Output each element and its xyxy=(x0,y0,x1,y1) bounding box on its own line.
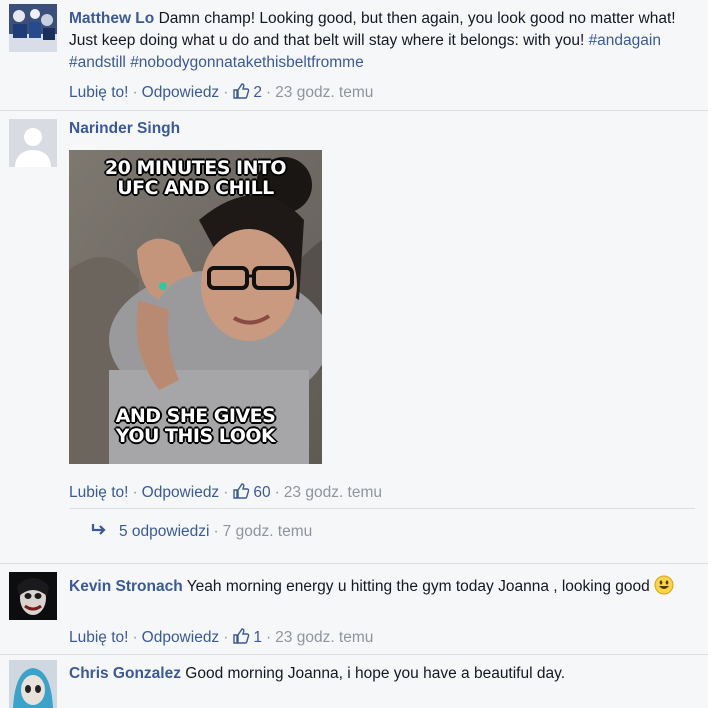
thumbs-up-icon xyxy=(233,628,250,644)
like-count[interactable]: 1 xyxy=(232,628,262,646)
comment-text: Good morning Joanna, i hope you have a b… xyxy=(185,665,566,682)
avatar[interactable] xyxy=(9,572,57,620)
divider xyxy=(69,508,695,509)
meme-bottom-text: AND SHE GIVES YOU THIS LOOK xyxy=(115,405,276,447)
like-count[interactable]: 60 xyxy=(232,483,271,501)
like-link[interactable]: Lubię to! xyxy=(69,629,128,646)
thumbs-up-icon xyxy=(233,483,250,499)
comment-actions: Lubię to! · Odpowiedz · 60 · 23 godz. temu xyxy=(69,483,383,501)
like-count[interactable]: 2 xyxy=(232,83,262,101)
timestamp[interactable]: 23 godz. temu xyxy=(284,484,382,501)
avatar[interactable] xyxy=(9,660,57,708)
comment-actions: Lubię to! · Odpowiedz · 1 · 23 godz. temu xyxy=(69,628,374,646)
timestamp[interactable]: 23 godz. temu xyxy=(275,629,373,646)
hashtag-link[interactable]: #nobodygonnatakethisbeltfromme xyxy=(130,54,364,71)
divider xyxy=(0,563,708,564)
replies-count[interactable]: 5 odpowiedzi xyxy=(119,523,209,540)
timestamp[interactable]: 23 godz. temu xyxy=(275,84,373,101)
thumbs-up-icon xyxy=(233,83,250,99)
author-name[interactable]: Chris Gonzalez xyxy=(69,665,181,682)
meme-image[interactable]: 20 MINUTES INTO UFC AND CHILL AND SHE GI… xyxy=(69,150,322,464)
comment-actions: Lubię to! · Odpowiedz · 2 · 23 godz. temu xyxy=(69,83,374,101)
author-name[interactable]: Matthew Lo xyxy=(69,10,154,27)
view-replies-link[interactable]: 5 odpowiedzi · 7 godz. temu xyxy=(91,522,312,542)
reply-link[interactable]: Odpowiedz xyxy=(142,84,220,101)
comment-text: Damn champ! Looking good, but then again… xyxy=(69,10,676,49)
reply-link[interactable]: Odpowiedz xyxy=(142,484,220,501)
reply-link[interactable]: Odpowiedz xyxy=(142,629,220,646)
like-link[interactable]: Lubię to! xyxy=(69,484,128,501)
divider xyxy=(0,110,708,111)
avatar[interactable] xyxy=(9,4,57,52)
comment-text-line: Matthew Lo Damn champ! Looking good, but… xyxy=(69,8,694,74)
divider xyxy=(0,654,708,655)
avatar[interactable] xyxy=(9,119,57,167)
like-count-value: 2 xyxy=(253,84,262,101)
author-name[interactable]: Narinder Singh xyxy=(69,120,180,137)
reply-arrow-icon xyxy=(91,524,106,535)
author-name[interactable]: Kevin Stronach xyxy=(69,578,183,595)
like-count-value: 60 xyxy=(253,484,271,501)
replies-timestamp: 7 godz. temu xyxy=(222,523,313,540)
hashtag-link[interactable]: #andstill xyxy=(69,54,126,71)
hashtag-link[interactable]: #andagain xyxy=(589,32,661,49)
comment-text: Yeah morning energy u hitting the gym to… xyxy=(186,578,650,595)
meme-top-text: 20 MINUTES INTO UFC AND CHILL xyxy=(104,157,287,199)
like-count-value: 1 xyxy=(253,629,262,646)
smile-emoji-icon xyxy=(654,575,674,595)
like-link[interactable]: Lubię to! xyxy=(69,84,128,101)
